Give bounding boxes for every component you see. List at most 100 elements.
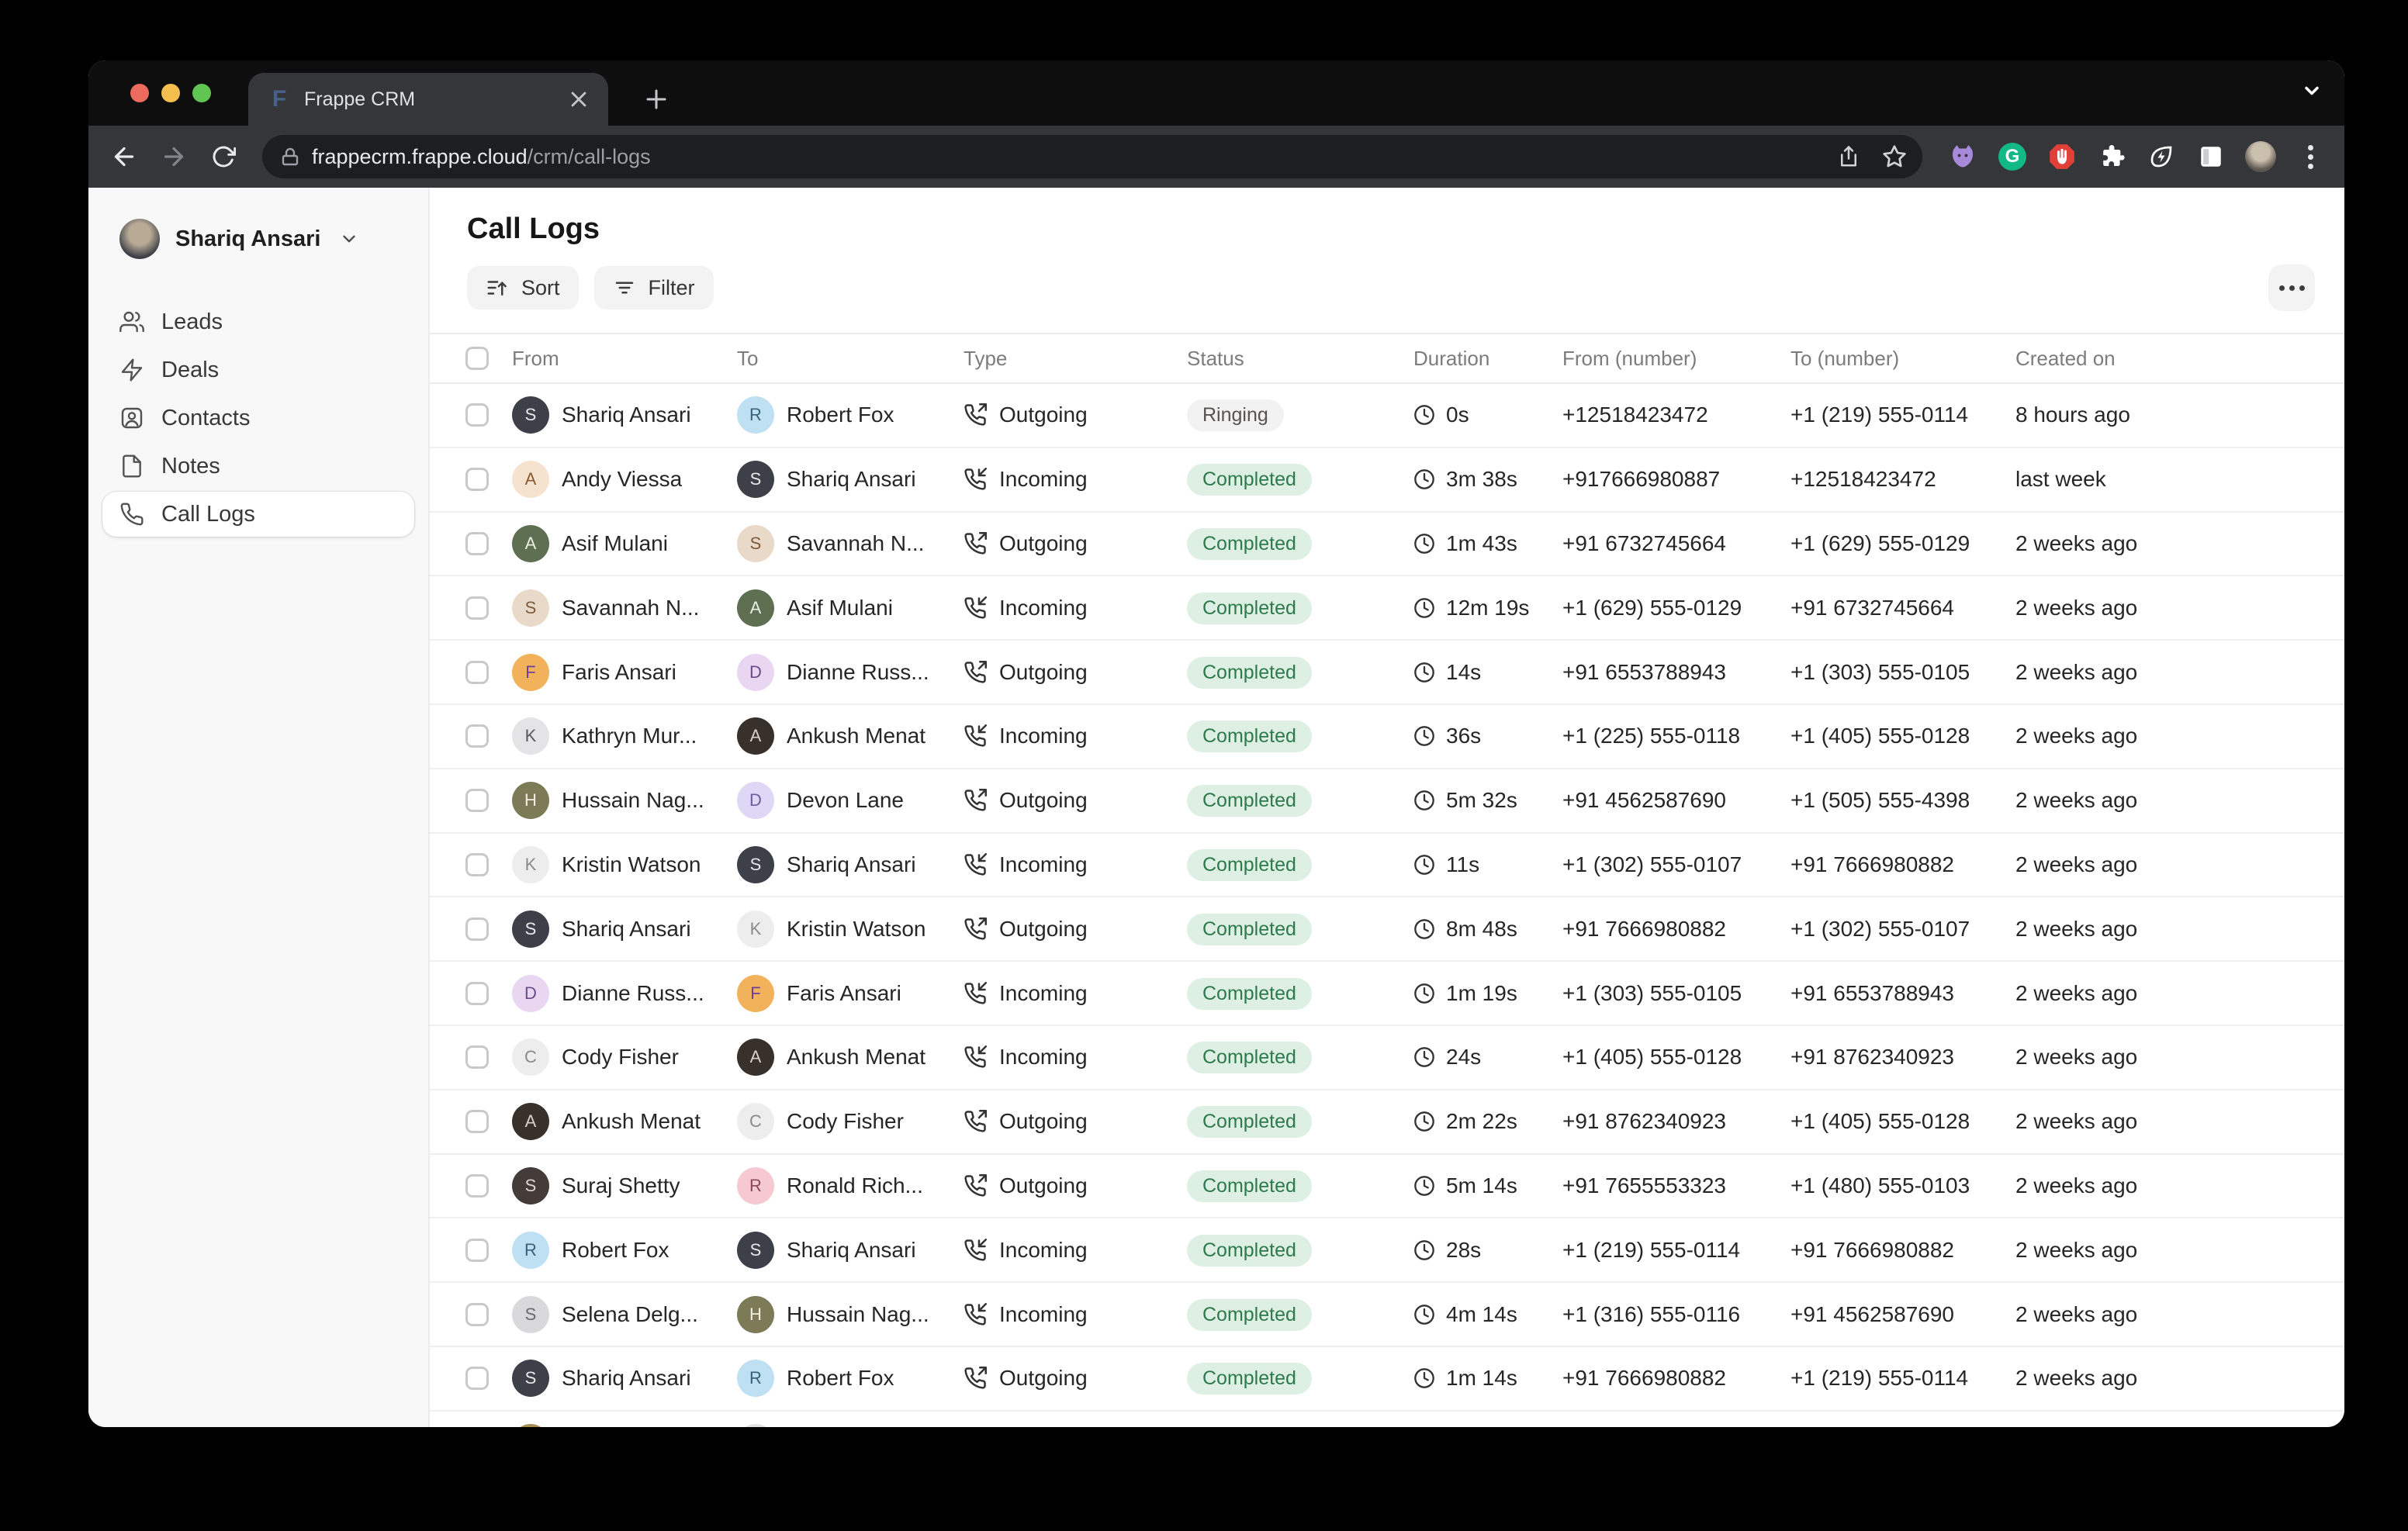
- table-row[interactable]: AAnkush MenatCCody FisherOutgoingComplet…: [430, 1090, 2344, 1155]
- list-actions: Sort Filter: [430, 246, 2344, 333]
- duration-cell: 2m 22s: [1413, 1109, 1562, 1134]
- back-button[interactable]: [104, 137, 144, 177]
- duration-cell: 36s: [1413, 724, 1562, 748]
- filter-button[interactable]: Filter: [594, 266, 714, 309]
- row-checkbox[interactable]: [465, 1045, 489, 1069]
- select-all-checkbox[interactable]: [465, 347, 489, 370]
- table-row[interactable]: CCody FisherAAnkush MenatIncomingComplet…: [430, 1026, 2344, 1090]
- extensions-puzzle-icon[interactable]: [2096, 141, 2127, 172]
- table-row[interactable]: KKathryn Mur...AAnkush MenatIncomingComp…: [430, 705, 2344, 769]
- row-checkbox[interactable]: [465, 1303, 489, 1326]
- grammarly-extension-icon[interactable]: G: [1997, 141, 2028, 172]
- row-checkbox[interactable]: [465, 1239, 489, 1262]
- leaf-bolt-extension-icon[interactable]: [2146, 141, 2177, 172]
- to-name: Shariq Ansari: [787, 467, 916, 492]
- forward-button[interactable]: [154, 137, 194, 177]
- clock-icon: [1413, 662, 1435, 683]
- col-type: Type: [964, 347, 1187, 371]
- from-name: Andy Viessa: [562, 467, 682, 492]
- new-tab-button[interactable]: [635, 78, 678, 121]
- row-checkbox[interactable]: [465, 596, 489, 620]
- phone-incoming-icon: [964, 853, 987, 876]
- type-cell: Outgoing: [964, 1173, 1187, 1198]
- browser-menu-icon[interactable]: [2295, 141, 2326, 172]
- table-row[interactable]: HHussain Nag...DDevon LaneOutgoingComple…: [430, 769, 2344, 834]
- to-name: Dianne Russ...: [787, 660, 929, 685]
- table-row[interactable]: SSavannah N...AAsif MulaniIncomingComple…: [430, 576, 2344, 641]
- frappe-crm-app: Shariq Ansari Leads: [88, 188, 2344, 1427]
- sidebar-toggle-extension-icon[interactable]: [2195, 141, 2226, 172]
- sidebar-item-leads[interactable]: Leads: [102, 299, 414, 344]
- to-name: Shariq Ansari: [787, 1238, 916, 1263]
- row-checkbox[interactable]: [465, 468, 489, 491]
- row-checkbox[interactable]: [465, 1174, 489, 1197]
- row-checkbox[interactable]: [465, 403, 489, 427]
- row-checkbox[interactable]: [465, 661, 489, 684]
- browser-profile-avatar[interactable]: [2245, 141, 2276, 172]
- table-row[interactable]: SShariq AnsariRRobert FoxOutgoingComplet…: [430, 1347, 2344, 1412]
- address-bar[interactable]: frappecrm.frappe.cloud/crm/call-logs: [262, 135, 1922, 178]
- bookmark-star-icon[interactable]: [1882, 144, 1907, 169]
- close-window-button[interactable]: [130, 84, 149, 102]
- duration-value: 1m 19s: [1446, 981, 1517, 1006]
- row-checkbox[interactable]: [465, 982, 489, 1005]
- row-checkbox[interactable]: [465, 724, 489, 748]
- table-row[interactable]: AAndy ViessaSShariq AnsariIncomingComple…: [430, 448, 2344, 513]
- row-checkbox[interactable]: [465, 1110, 489, 1133]
- lock-icon[interactable]: [281, 147, 299, 167]
- row-checkbox[interactable]: [465, 532, 489, 555]
- row-checkbox[interactable]: [465, 853, 489, 876]
- table-row[interactable]: KKristin WatsonSShariq AnsariIncomingCom…: [430, 834, 2344, 898]
- from-name: Suraj Shetty: [562, 1173, 680, 1198]
- sidebar-item-label: Contacts: [161, 406, 250, 431]
- table-row[interactable]: RRobert FoxSShariq AnsariIncomingComplet…: [430, 1218, 2344, 1283]
- github-extension-icon[interactable]: [1947, 141, 1978, 172]
- table-header: From To Type Status Duration From (numbe…: [430, 333, 2344, 384]
- zoom-window-button[interactable]: [192, 84, 211, 102]
- browser-tab[interactable]: F Frappe CRM: [248, 73, 608, 126]
- adblock-extension-icon[interactable]: [2046, 141, 2078, 172]
- table-row[interactable]: FFaris AnsariDDianne Russ...OutgoingComp…: [430, 641, 2344, 705]
- duration-cell: 5m 14s: [1413, 1173, 1562, 1198]
- from-number: +1 (629) 555-0129: [1562, 596, 1790, 620]
- duration-value: 14s: [1446, 660, 1481, 685]
- duration-value: 4m 14s: [1446, 1302, 1517, 1327]
- table-row[interactable]: SSelena Delg...HHussain Nag...IncomingCo…: [430, 1283, 2344, 1347]
- to-name: Ronald Rich...: [787, 1173, 923, 1198]
- tab-title: Frappe CRM: [304, 88, 565, 111]
- to-name: Robert Fox: [787, 1366, 894, 1391]
- minimize-window-button[interactable]: [161, 84, 180, 102]
- tab-search-chevron-icon[interactable]: [2301, 79, 2323, 108]
- from-avatar: K: [512, 717, 549, 755]
- sidebar-item-notes[interactable]: Notes: [102, 444, 414, 489]
- sidebar-item-call-logs[interactable]: Call Logs: [102, 492, 414, 537]
- table-row[interactable]: SShariq AnsariRRobert FoxOutgoingRinging…: [430, 384, 2344, 448]
- created-on: 2 weeks ago: [2015, 660, 2344, 685]
- table-row[interactable]: DDianne Russ...FFaris AnsariIncomingComp…: [430, 962, 2344, 1026]
- from-number: +91 7655553323: [1562, 1173, 1790, 1198]
- share-icon[interactable]: [1837, 145, 1860, 168]
- row-checkbox[interactable]: [465, 1367, 489, 1390]
- reload-button[interactable]: [203, 137, 244, 177]
- contact-icon: [119, 406, 144, 430]
- table-row[interactable]: SShariq AnsariKKristin WatsonOutgoingCom…: [430, 897, 2344, 962]
- status-badge: Completed: [1187, 464, 1312, 496]
- sidebar-nav: Leads Deals Contacts: [88, 299, 428, 537]
- from-avatar: F: [512, 654, 549, 691]
- type-cell: Incoming: [964, 596, 1187, 620]
- sort-button[interactable]: Sort: [467, 266, 579, 309]
- more-options-button[interactable]: [2268, 264, 2315, 311]
- row-checkbox[interactable]: [465, 918, 489, 941]
- type-cell: Outgoing: [964, 660, 1187, 685]
- to-name: Asif Mulani: [787, 596, 893, 620]
- to-cell: SShariq Ansari: [737, 1232, 964, 1269]
- user-menu[interactable]: Shariq Ansari: [113, 216, 410, 262]
- table-row[interactable]: SSuraj ShettyRRonald Rich...OutgoingComp…: [430, 1155, 2344, 1219]
- table-row[interactable]: AAsif MulaniSSavannah N...OutgoingComple…: [430, 513, 2344, 577]
- sidebar-item-deals[interactable]: Deals: [102, 347, 414, 392]
- to-avatar: H: [737, 1296, 774, 1333]
- row-checkbox[interactable]: [465, 789, 489, 812]
- table-row-partial[interactable]: [430, 1412, 2344, 1427]
- tab-close-icon[interactable]: [565, 85, 593, 113]
- sidebar-item-contacts[interactable]: Contacts: [102, 396, 414, 441]
